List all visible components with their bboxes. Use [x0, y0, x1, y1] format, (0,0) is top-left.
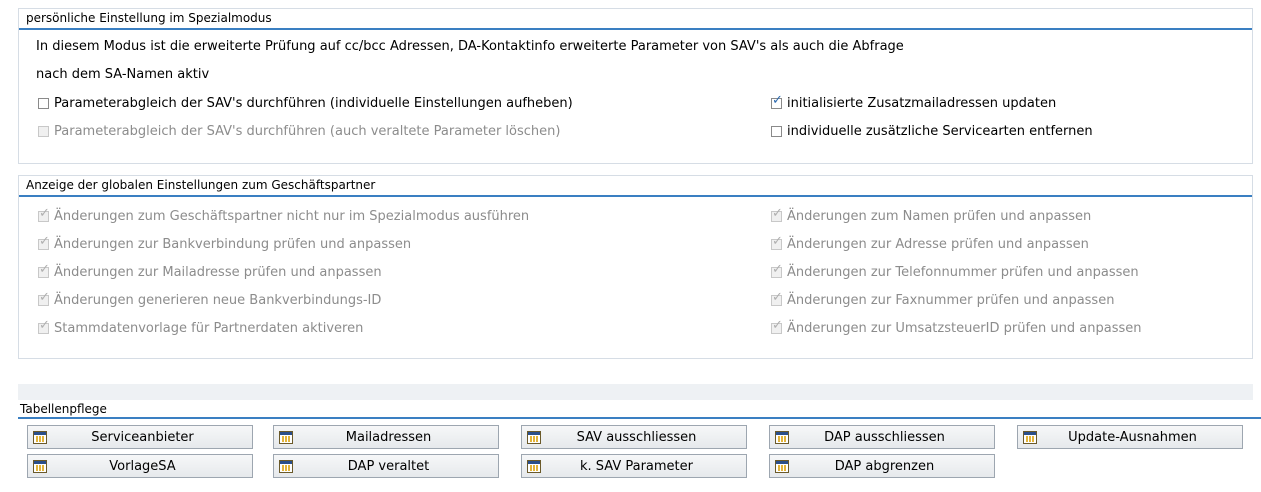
global-right-option-4: ✓ Änderungen zur Faxnummer prüfen und an… — [771, 291, 1114, 309]
global-left-option-2: ✓ Änderungen zur Bankverbindung prüfen u… — [38, 235, 411, 253]
global-left-label-3: Änderungen zur Mailadresse prüfen und an… — [54, 264, 382, 280]
dap-ausschliessen-button-label: DAP ausschliessen — [824, 429, 945, 445]
param-sync-obsolete-checkbox — [38, 125, 49, 137]
special-mode-title: persönliche Einstellung im Spezialmodus — [19, 9, 1252, 30]
table-icon — [1023, 430, 1037, 444]
update-ausnahmen-button-label: Update-Ausnahmen — [1068, 429, 1197, 445]
global-left-option-3: ✓ Änderungen zur Mailadresse prüfen und … — [38, 263, 382, 281]
checkmark-icon: ✓ — [772, 92, 783, 108]
k-sav-parameter-button-label: k. SAV Parameter — [579, 458, 693, 474]
global-right-label-3: Änderungen zur Telefonnummer prüfen und … — [787, 264, 1139, 280]
global-left-label-2: Änderungen zur Bankverbindung prüfen und… — [54, 236, 412, 252]
global-right-label-5: Änderungen zur UmsatzsteuerID prüfen und… — [787, 320, 1142, 336]
update-additional-mail-label: initialisierte Zusatzmailadressen update… — [787, 95, 1057, 111]
global-left-option-5: ✓ Stammdatenvorlage für Partnerdaten akt… — [38, 319, 363, 337]
global-right-checkbox-2: ✓ — [771, 235, 783, 250]
serviceanbieter-button[interactable]: Serviceanbieter — [27, 425, 253, 449]
param-sync-individual-checkbox[interactable] — [38, 97, 49, 109]
global-left-option-1: ✓ Änderungen zum Geschäftspartner nicht … — [38, 207, 529, 225]
update-additional-mail-checkbox[interactable]: ✓ — [771, 94, 783, 109]
global-left-checkbox-1: ✓ — [38, 207, 50, 222]
global-left-checkbox-4: ✓ — [38, 291, 50, 306]
global-right-label-1: Änderungen zum Namen prüfen und anpassen — [787, 208, 1092, 224]
global-right-option-2: ✓ Änderungen zur Adresse prüfen und anpa… — [771, 235, 1089, 253]
dap-abgrenzen-button-label: DAP abgrenzen — [834, 458, 935, 474]
checkmark-icon: ✓ — [772, 289, 783, 305]
table-icon — [775, 459, 789, 473]
global-right-option-5: ✓ Änderungen zur UmsatzsteuerID prüfen u… — [771, 319, 1142, 337]
global-right-label-2: Änderungen zur Adresse prüfen und anpass… — [787, 236, 1089, 252]
remove-service-types-checkbox[interactable] — [771, 125, 782, 137]
checkmark-icon: ✓ — [39, 233, 50, 249]
global-left-checkbox-5: ✓ — [38, 319, 50, 334]
serviceanbieter-button-label: Serviceanbieter — [91, 429, 194, 445]
table-icon — [527, 459, 541, 473]
global-left-option-4: ✓ Änderungen generieren neue Bankverbind… — [38, 291, 381, 309]
table-icon — [527, 430, 541, 444]
global-left-checkbox-3: ✓ — [38, 263, 50, 278]
checkmark-icon: ✓ — [772, 233, 783, 249]
info-text-line-1: In diesem Modus ist die erweiterte Prüfu… — [36, 39, 904, 54]
global-right-option-1: ✓ Änderungen zum Namen prüfen und anpass… — [771, 207, 1091, 225]
mailadressen-button[interactable]: Mailadressen — [273, 425, 499, 449]
table-icon — [33, 430, 47, 444]
checkmark-icon: ✓ — [772, 317, 783, 333]
update-ausnahmen-button[interactable]: Update-Ausnahmen — [1017, 425, 1243, 449]
dap-veraltet-button[interactable]: DAP veraltet — [273, 454, 499, 478]
special-mode-group: persönliche Einstellung im Spezialmodus … — [18, 8, 1253, 164]
global-right-option-3: ✓ Änderungen zur Telefonnummer prüfen un… — [771, 263, 1139, 281]
mailadressen-button-label: Mailadressen — [345, 429, 432, 445]
info-text-line-2: nach dem SA-Namen aktiv — [36, 67, 210, 82]
checkmark-icon: ✓ — [772, 205, 783, 221]
dap-veraltet-button-label: DAP veraltet — [347, 458, 430, 474]
global-right-checkbox-1: ✓ — [771, 207, 783, 222]
global-settings-group: Anzeige der globalen Einstellungen zum G… — [18, 175, 1253, 359]
checkmark-icon: ✓ — [39, 205, 50, 221]
dap-ausschliessen-button[interactable]: DAP ausschliessen — [769, 425, 995, 449]
global-left-label-1: Änderungen zum Geschäftspartner nicht nu… — [54, 208, 530, 224]
separator-strip — [18, 384, 1253, 400]
checkmark-icon: ✓ — [39, 317, 50, 333]
remove-service-types-label: individuelle zusätzliche Servicearten en… — [787, 123, 1093, 139]
global-right-checkbox-3: ✓ — [771, 263, 783, 278]
checkmark-icon: ✓ — [772, 261, 783, 277]
global-left-label-4: Änderungen generieren neue Bankverbindun… — [54, 292, 382, 308]
sav-ausschliessen-button[interactable]: SAV ausschliessen — [521, 425, 747, 449]
sav-ausschliessen-button-label: SAV ausschliessen — [576, 429, 697, 445]
checkmark-icon: ✓ — [39, 289, 50, 305]
param-sync-individual-label: Parameterabgleich der SAV's durchführen … — [54, 95, 573, 111]
global-right-label-4: Änderungen zur Faxnummer prüfen und anpa… — [787, 292, 1115, 308]
remove-service-types-option[interactable]: individuelle zusätzliche Servicearten en… — [771, 122, 1093, 140]
k-sav-parameter-button[interactable]: k. SAV Parameter — [521, 454, 747, 478]
table-icon — [279, 430, 293, 444]
param-sync-individual-option[interactable]: Parameterabgleich der SAV's durchführen … — [38, 94, 573, 112]
global-right-checkbox-5: ✓ — [771, 319, 783, 334]
checkmark-icon: ✓ — [39, 261, 50, 277]
table-icon — [33, 459, 47, 473]
table-icon — [279, 459, 293, 473]
param-sync-obsolete-option: Parameterabgleich der SAV's durchführen … — [38, 122, 560, 140]
global-settings-title: Anzeige der globalen Einstellungen zum G… — [19, 176, 1252, 197]
global-left-checkbox-2: ✓ — [38, 235, 50, 250]
dap-abgrenzen-button[interactable]: DAP abgrenzen — [769, 454, 995, 478]
vorlagesa-button-label: VorlageSA — [109, 458, 176, 474]
update-additional-mail-option[interactable]: ✓ initialisierte Zusatzmailadressen upda… — [771, 94, 1056, 112]
param-sync-obsolete-label: Parameterabgleich der SAV's durchführen … — [54, 123, 561, 139]
table-icon — [775, 430, 789, 444]
table-maintenance-title: Tabellenpflege — [18, 401, 1261, 419]
global-left-label-5: Stammdatenvorlage für Partnerdaten aktiv… — [54, 320, 364, 336]
global-right-checkbox-4: ✓ — [771, 291, 783, 306]
vorlagesa-button[interactable]: VorlageSA — [27, 454, 253, 478]
